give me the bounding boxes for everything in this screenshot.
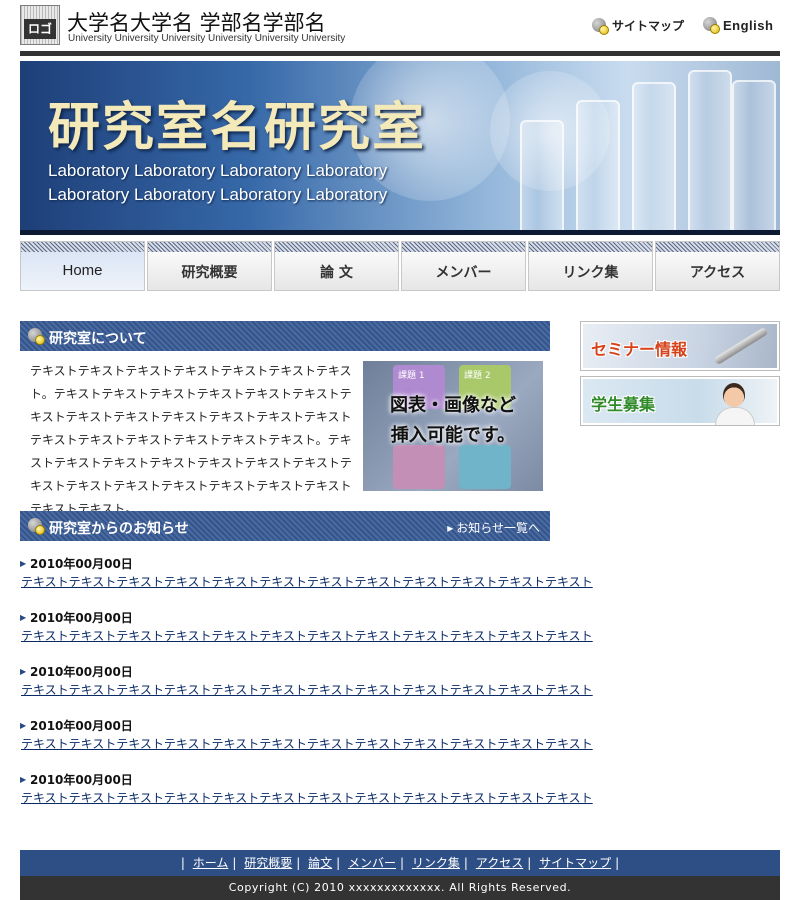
- news-list-link[interactable]: お知らせ一覧へ: [447, 519, 540, 536]
- bulb-icon: [592, 17, 609, 35]
- footer-link-members[interactable]: メンバー: [348, 856, 396, 870]
- news-list: 2010年00月00日 テキストテキストテキストテキストテキストテキストテキスト…: [20, 555, 593, 825]
- lab-subtitle-line1: Laboratory Laboratory Laboratory Laborat…: [48, 161, 388, 180]
- news-date: 2010年00月00日: [20, 717, 560, 735]
- seminar-label: セミナー情報: [591, 340, 688, 359]
- figure-caption-line1: 図表・画像など: [390, 395, 516, 416]
- recruit-banner-inner: 学生募集: [583, 379, 777, 425]
- recruit-banner[interactable]: 学生募集: [580, 376, 780, 426]
- university-subtitle: University University University Univers…: [68, 33, 346, 44]
- about-figure: 課題 1 課題 2 図表・画像など 挿入可能です。: [363, 361, 543, 491]
- nav-label: 研究概要: [181, 265, 238, 281]
- test-tube-graphic: [732, 80, 776, 230]
- logo-label: ロゴ: [24, 19, 56, 39]
- news-link[interactable]: テキストテキストテキストテキストテキストテキストテキストテキストテキストテキスト…: [21, 789, 593, 807]
- news-date: 2010年00月00日: [20, 663, 560, 681]
- global-nav: Home 研究概要 論 文 メンバー リンク集 アクセス: [20, 241, 780, 291]
- nav-label: Home: [62, 262, 103, 279]
- test-tube-graphic: [576, 100, 620, 230]
- pen-icon: [713, 326, 769, 366]
- news-link[interactable]: テキストテキストテキストテキストテキストテキストテキストテキストテキストテキスト…: [21, 735, 593, 753]
- footer-link-sitemap[interactable]: サイトマップ: [539, 856, 611, 870]
- news-item: 2010年00月00日 テキストテキストテキストテキストテキストテキストテキスト…: [20, 663, 593, 717]
- sitemap-link[interactable]: サイトマップ: [592, 17, 685, 35]
- news-item: 2010年00月00日 テキストテキストテキストテキストテキストテキストテキスト…: [20, 717, 593, 771]
- news-date: 2010年00月00日: [20, 771, 560, 789]
- figure-box: [459, 445, 511, 489]
- test-tube-graphic: [632, 82, 676, 230]
- bulb-icon: [28, 518, 45, 535]
- site-header: ロゴ 大学名大学名 学部名学部名 University University U…: [20, 5, 780, 51]
- bulb-icon: [703, 17, 720, 34]
- about-text: テキストテキストテキストテキストテキストテキストテキスト。テキストテキストテキス…: [30, 364, 352, 516]
- news-date: 2010年00月00日: [20, 555, 560, 573]
- footer-link-home[interactable]: ホーム: [193, 856, 229, 870]
- nav-access[interactable]: アクセス: [655, 241, 780, 291]
- nav-label: 論 文: [320, 265, 353, 281]
- footer-link-access[interactable]: アクセス: [476, 856, 523, 870]
- bulb-icon: [28, 328, 45, 345]
- seminar-banner[interactable]: セミナー情報: [580, 321, 780, 371]
- footer-link-research[interactable]: 研究概要: [244, 856, 292, 870]
- footer-link-papers[interactable]: 論文: [308, 856, 332, 870]
- section-title: 研究室からのお知らせ: [49, 521, 189, 537]
- copyright: Copyright (C) 2010 xxxxxxxxxxxxx. All Ri…: [20, 876, 780, 900]
- news-link[interactable]: テキストテキストテキストテキストテキストテキストテキストテキストテキストテキスト…: [21, 573, 593, 591]
- footer-nav: | ホーム | 研究概要 | 論文 | メンバー | リンク集 | アクセス | サイトマッ…: [20, 850, 780, 876]
- english-label: English: [723, 17, 774, 33]
- recruit-label: 学生募集: [591, 395, 656, 414]
- sitemap-label: サイトマップ: [612, 19, 685, 33]
- header-divider: [20, 51, 780, 56]
- nav-home[interactable]: Home: [20, 241, 145, 291]
- lab-subtitle-line2: Laboratory Laboratory Laboratory Laborat…: [48, 185, 388, 204]
- english-link[interactable]: English: [703, 17, 774, 34]
- news-date: 2010年00月00日: [20, 609, 560, 627]
- nav-label: メンバー: [435, 265, 492, 281]
- nav-papers[interactable]: 論 文: [274, 241, 399, 291]
- news-item: 2010年00月00日 テキストテキストテキストテキストテキストテキストテキスト…: [20, 555, 593, 609]
- section-title: 研究室について: [49, 331, 147, 347]
- nav-research-overview[interactable]: 研究概要: [147, 241, 272, 291]
- news-link[interactable]: テキストテキストテキストテキストテキストテキストテキストテキストテキストテキスト…: [21, 627, 593, 645]
- news-section-header: 研究室からのお知らせ お知らせ一覧へ: [20, 511, 550, 541]
- logo[interactable]: ロゴ: [20, 5, 60, 45]
- banner-bottom-bar: [20, 230, 780, 235]
- seminar-banner-inner: セミナー情報: [583, 324, 777, 368]
- about-section-header: 研究室について: [20, 321, 550, 351]
- nav-label: アクセス: [689, 265, 746, 281]
- nav-members[interactable]: メンバー: [401, 241, 526, 291]
- news-item: 2010年00月00日 テキストテキストテキストテキストテキストテキストテキスト…: [20, 609, 593, 663]
- lab-title: 研究室名研究室: [48, 98, 427, 158]
- test-tube-graphic: [520, 120, 564, 230]
- footer-link-links[interactable]: リンク集: [412, 856, 460, 870]
- person-icon: [713, 383, 755, 425]
- figure-caption-line2: 挿入可能です。: [390, 425, 516, 446]
- nav-label: リンク集: [562, 265, 619, 281]
- news-link[interactable]: テキストテキストテキストテキストテキストテキストテキストテキストテキストテキスト…: [21, 681, 593, 699]
- test-tube-graphic: [688, 70, 732, 230]
- lab-banner: 研究室名研究室 Laboratory Laboratory Laboratory…: [20, 61, 780, 235]
- figure-caption: 図表・画像など 挿入可能です。: [363, 391, 543, 451]
- news-item: 2010年00月00日 テキストテキストテキストテキストテキストテキストテキスト…: [20, 771, 593, 825]
- figure-box: [393, 445, 445, 489]
- nav-links[interactable]: リンク集: [528, 241, 653, 291]
